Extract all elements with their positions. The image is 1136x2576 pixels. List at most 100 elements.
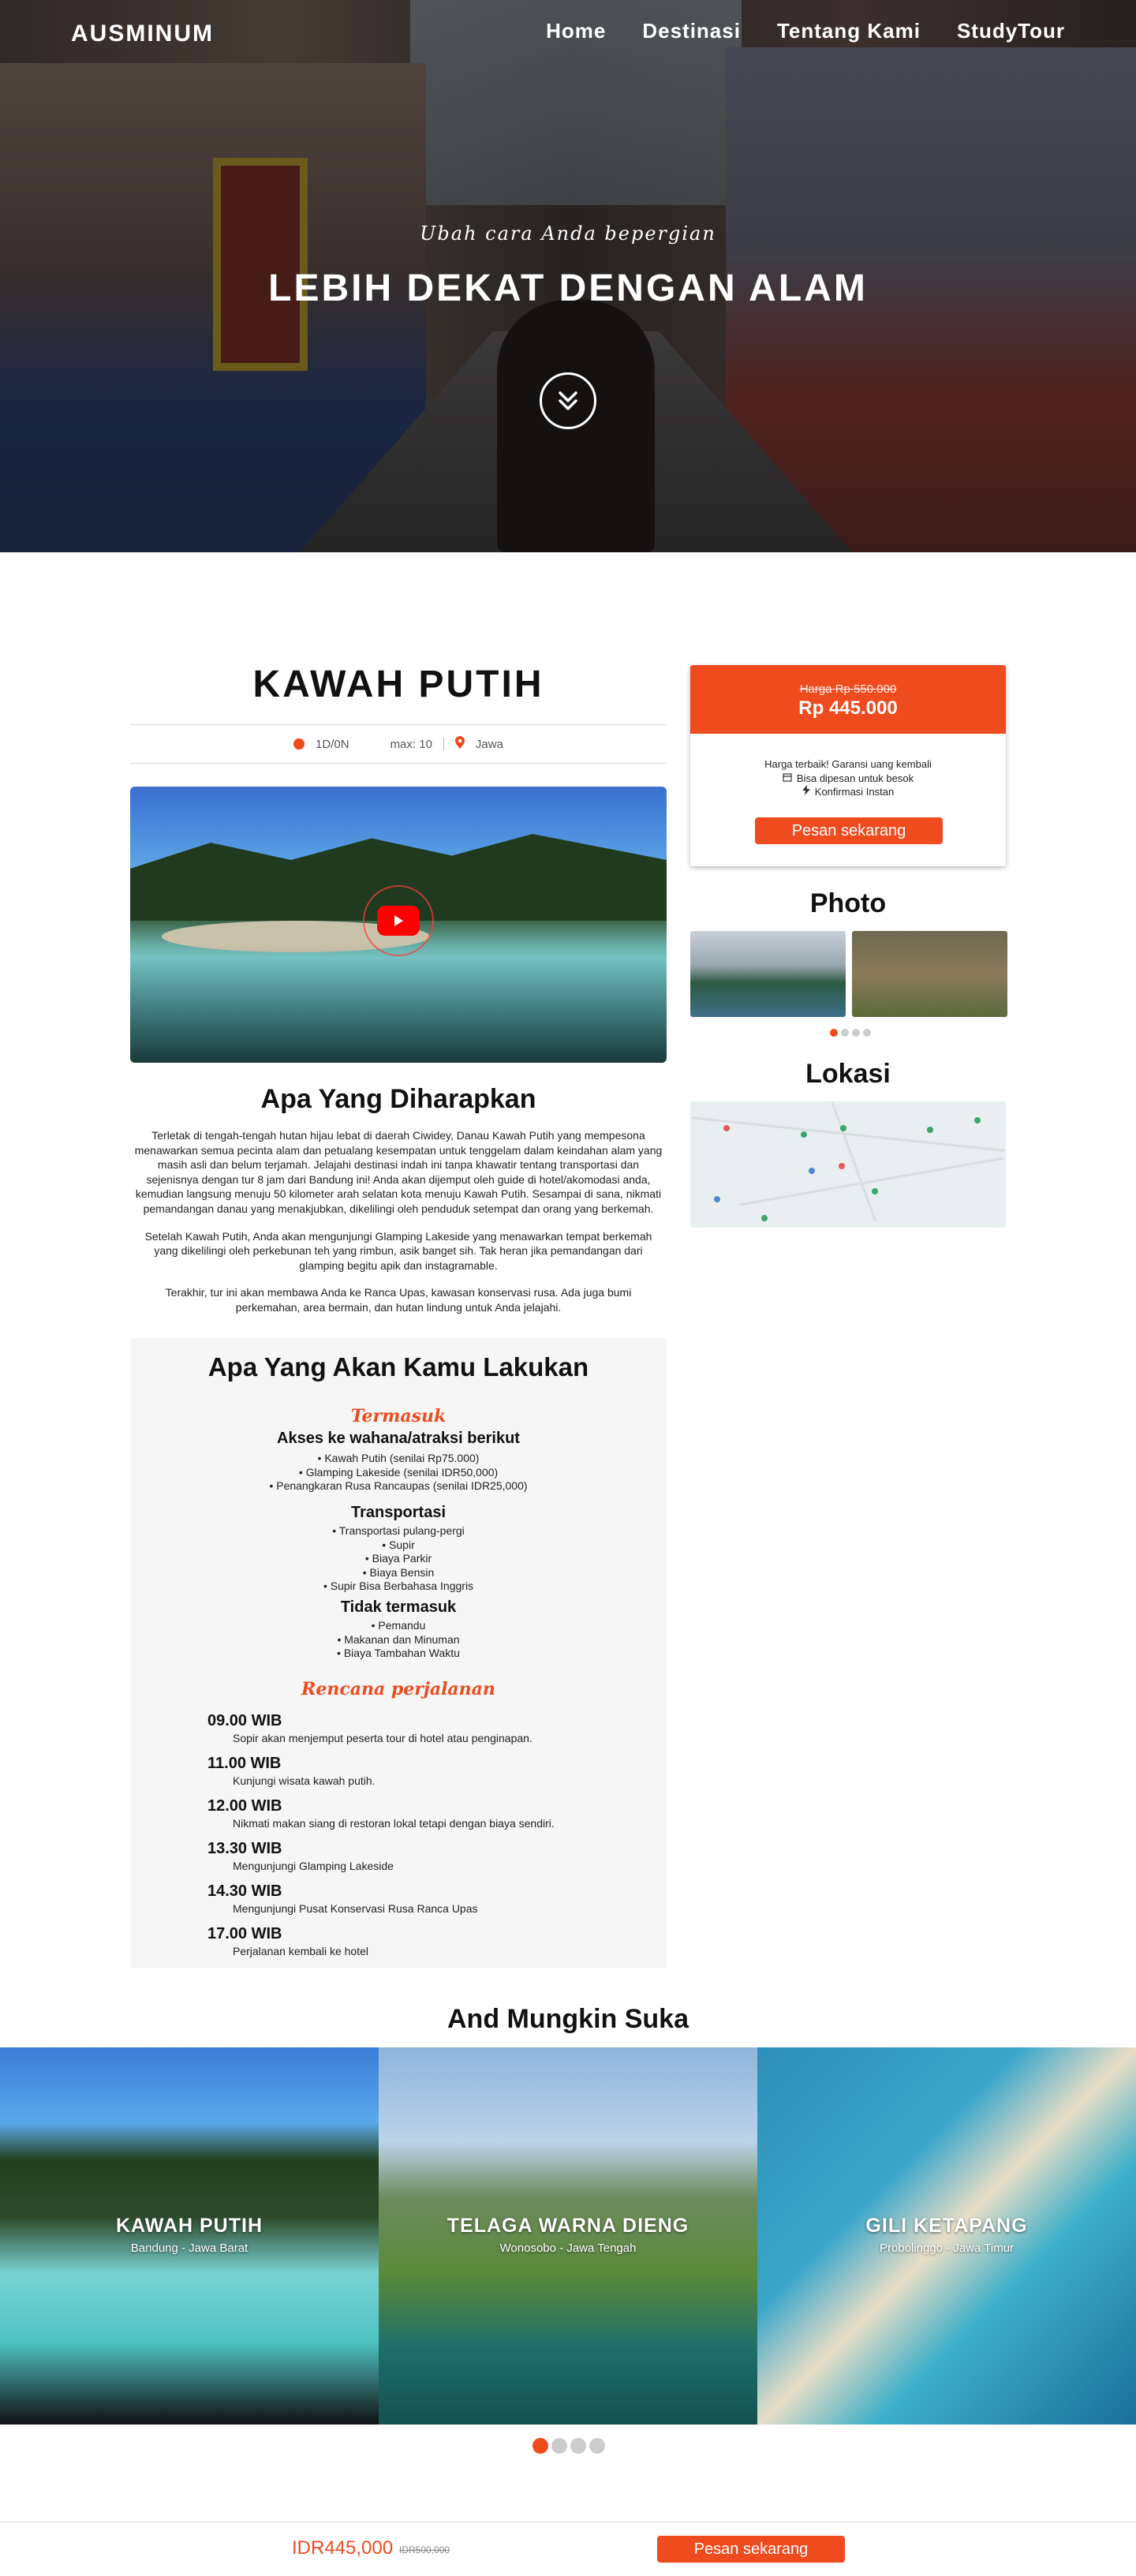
clock-icon	[293, 738, 305, 750]
card-location: Wonosobo - Jawa Tengah	[499, 2241, 637, 2255]
carousel-dot[interactable]	[551, 2438, 567, 2454]
tour-duration: 1D/0N	[316, 737, 349, 751]
itinerary-time: 14.30 WIB	[207, 1882, 282, 1900]
tour-video[interactable]	[130, 787, 667, 1063]
expect-paragraph: Setelah Kawah Putih, Anda akan mengunjun…	[144, 1229, 652, 1272]
group-list: Kawah Putih (senilai Rp75.000) Glamping …	[130, 1452, 667, 1494]
list-item: Glamping Lakeside (senilai IDR50,000)	[130, 1466, 667, 1480]
tour-region: Jawa	[475, 737, 503, 751]
expect-paragraph: Terakhir, tur ini akan membawa Anda ke R…	[165, 1286, 632, 1314]
list-item: Biaya Bensin	[130, 1566, 667, 1580]
itinerary-time: 17.00 WIB	[207, 1925, 282, 1942]
expect-heading: Apa Yang Diharapkan	[260, 1084, 536, 1114]
itinerary-item: 17.00 WIB Perjalanan kembali ke hotel	[207, 1925, 618, 1957]
play-icon[interactable]	[363, 885, 434, 956]
carousel-dot[interactable]	[852, 1029, 860, 1037]
location-pin-icon	[454, 736, 465, 752]
hero-banner: AUSMINUM Home Destinasi Tentang Kami Stu…	[0, 0, 1136, 552]
carousel-dot[interactable]	[570, 2438, 586, 2454]
itinerary-desc: Mengunjungi Glamping Lakeside	[233, 1860, 394, 1872]
old-price: Harga Rp 550.000	[690, 682, 1006, 696]
group-title: Transportasi	[350, 1504, 447, 1521]
feature-book-tomorrow: Bisa dipesan untuk besok	[796, 772, 914, 784]
footer-book-button[interactable]: Pesan sekarang	[657, 2536, 845, 2563]
nav-link-studytour[interactable]: StudyTour	[957, 19, 1065, 43]
card-carousel-dots	[532, 2438, 605, 2454]
location-map[interactable]	[690, 1101, 1006, 1228]
list-item: Biaya Parkir	[130, 1552, 667, 1566]
destination-card[interactable]: TELAGA WARNA DIENG Wonosobo - Jawa Tenga…	[379, 2047, 757, 2425]
photo-carousel-dots	[830, 1029, 871, 1037]
carousel-dot[interactable]	[841, 1029, 849, 1037]
price-card: Harga Rp 550.000 Rp 445.000 Harga terbai…	[690, 665, 1006, 866]
site-logo[interactable]: AUSMINUM	[71, 21, 214, 47]
itinerary-desc: Sopir akan menjemput peserta tour di hot…	[233, 1732, 532, 1744]
itinerary-item: 12.00 WIB Nikmati makan siang di restora…	[207, 1797, 618, 1830]
itinerary-desc: Perjalanan kembali ke hotel	[233, 1945, 368, 1957]
itinerary-item: 13.30 WIB Mengunjungi Glamping Lakeside	[207, 1840, 618, 1872]
card-location: Bandung - Jawa Barat	[130, 2241, 248, 2255]
itinerary-desc: Kunjungi wisata kawah putih.	[233, 1774, 376, 1787]
list-item: Makanan dan Minuman	[130, 1633, 667, 1647]
guarantee-text: Harga terbaik! Garansi uang kembali	[764, 758, 932, 770]
list-item: Supir Bisa Berbahasa Inggris	[130, 1580, 667, 1594]
itinerary-item: 14.30 WIB Mengunjungi Pusat Konservasi R…	[207, 1882, 618, 1915]
expect-paragraph: Terletak di tengah-tengah hutan hijau le…	[134, 1129, 663, 1216]
nav-link-tentang-kami[interactable]: Tentang Kami	[777, 19, 921, 43]
old-price-label: Harga Rp	[799, 682, 850, 696]
group-list: Transportasi pulang-pergi Supir Biaya Pa…	[130, 1524, 667, 1594]
list-item: Pemandu	[130, 1619, 667, 1633]
book-now-button[interactable]: Pesan sekarang	[755, 817, 943, 844]
itinerary-heading: Rencana perjalanan	[301, 1679, 495, 1699]
location-heading: Lokasi	[805, 1059, 891, 1089]
todo-panel: Apa Yang Akan Kamu Lakukan Termasuk Akse…	[130, 1338, 667, 1968]
carousel-dot[interactable]	[830, 1029, 838, 1037]
carousel-dot[interactable]	[532, 2438, 548, 2454]
group-title: Tidak termasuk	[340, 1598, 457, 1616]
nav-link-home[interactable]: Home	[546, 19, 606, 43]
itinerary-item: 11.00 WIB Kunjungi wisata kawah putih.	[207, 1755, 618, 1787]
list-item: Supir	[130, 1538, 667, 1553]
group-list: Pemandu Makanan dan Minuman Biaya Tambah…	[130, 1619, 667, 1661]
card-title: KAWAH PUTIH	[116, 2215, 263, 2237]
list-item: Biaya Tambahan Waktu	[130, 1647, 667, 1661]
photo-thumbnail[interactable]	[690, 931, 846, 1017]
itinerary-desc: Nikmati makan siang di restoran lokal te…	[233, 1817, 555, 1830]
carousel-dot[interactable]	[863, 1029, 871, 1037]
nav-link-destinasi[interactable]: Destinasi	[642, 19, 741, 43]
price-features: Harga terbaik! Garansi uang kembali Bisa…	[690, 734, 1006, 799]
list-item: Transportasi pulang-pergi	[130, 1524, 667, 1538]
list-item: Penangkaran Rusa Rancaupas (senilai IDR2…	[130, 1479, 667, 1494]
new-price: Rp 445.000	[798, 697, 898, 719]
card-title: GILI KETAPANG	[865, 2215, 1028, 2237]
sticky-booking-bar: IDR445,000 IDR500,000 Pesan sekarang	[0, 2522, 1136, 2576]
price-header: Harga Rp 550.000 Rp 445.000	[690, 665, 1006, 734]
card-title: TELAGA WARNA DIENG	[447, 2215, 689, 2237]
expect-description: Terletak di tengah-tengah hutan hijau le…	[134, 1128, 663, 1328]
itinerary-desc: Mengunjungi Pusat Konservasi Rusa Ranca …	[233, 1902, 478, 1915]
footer-price: IDR445,000	[292, 2537, 394, 2559]
itinerary-item: 09.00 WIB Sopir akan menjemput peserta t…	[207, 1712, 618, 1744]
group-title: Akses ke wahana/atraksi berikut	[277, 1430, 520, 1447]
card-location: Probolinggo - Jawa Timur	[879, 2241, 1015, 2255]
itinerary-time: 12.00 WIB	[207, 1797, 282, 1815]
list-item: Kawah Putih (senilai Rp75.000)	[130, 1452, 667, 1466]
destination-card[interactable]: KAWAH PUTIH Bandung - Jawa Barat	[0, 2047, 379, 2425]
destination-card[interactable]: GILI KETAPANG Probolinggo - Jawa Timur	[757, 2047, 1136, 2425]
double-chevron-down-icon[interactable]	[540, 372, 596, 429]
hero-title: LEBIH DEKAT DENGAN ALAM	[268, 267, 868, 309]
main-nav: Home Destinasi Tentang Kami StudyTour	[546, 19, 1065, 43]
tour-max: max: 10	[390, 737, 432, 751]
calendar-icon	[783, 772, 792, 786]
itinerary-time: 09.00 WIB	[207, 1712, 282, 1729]
itinerary-time: 11.00 WIB	[207, 1755, 282, 1772]
footer-old-price: IDR500,000	[399, 2544, 450, 2555]
carousel-dot[interactable]	[589, 2438, 605, 2454]
itinerary-time: 13.30 WIB	[207, 1840, 282, 1857]
old-price-value: 550.000	[854, 682, 897, 696]
lightning-icon	[802, 785, 810, 799]
included-heading: Termasuk	[350, 1406, 447, 1426]
todo-heading: Apa Yang Akan Kamu Lakukan	[207, 1352, 589, 1381]
photo-thumbnail[interactable]	[852, 931, 1007, 1017]
tour-title: KAWAH PUTIH	[252, 664, 544, 705]
